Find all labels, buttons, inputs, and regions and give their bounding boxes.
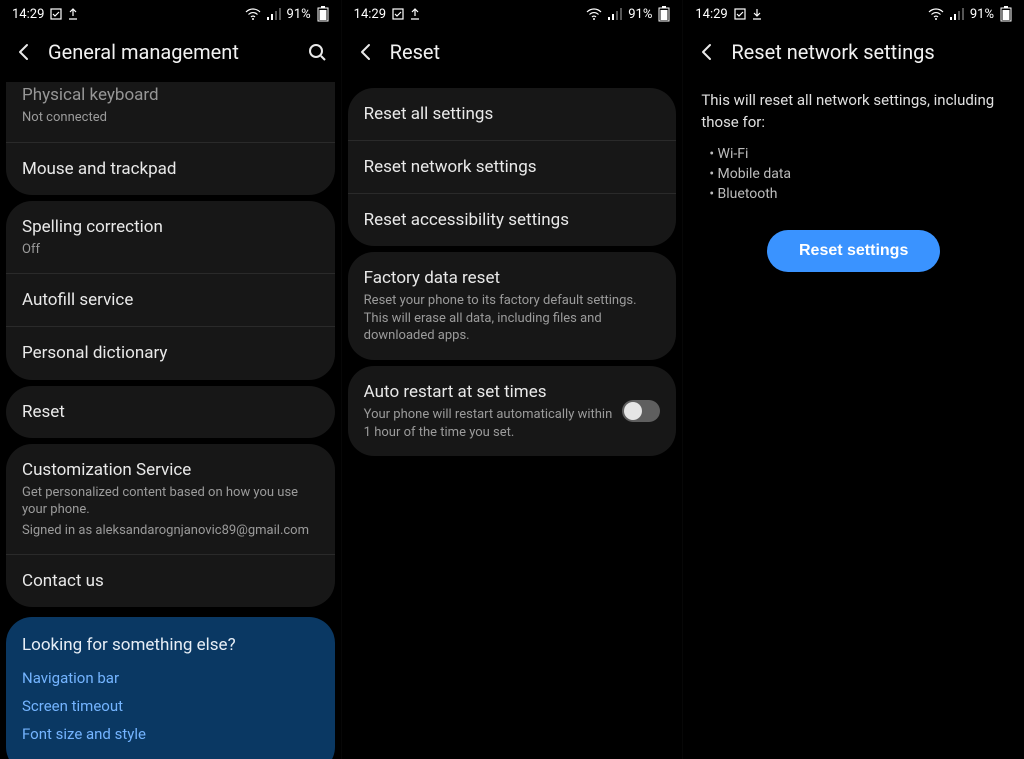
row-reset-accessibility-settings[interactable]: Reset accessibility settings	[348, 193, 677, 246]
wifi-icon	[928, 8, 944, 20]
status-battery-pct: 91%	[970, 7, 994, 22]
battery-icon	[317, 6, 329, 22]
sub: Reset your phone to its factory default …	[364, 292, 661, 345]
page-title: Reset	[390, 40, 669, 64]
row-mouse-trackpad[interactable]: Mouse and trackpad	[6, 142, 335, 195]
bullet-mobile-data: Mobile data	[709, 164, 1006, 184]
screen-general-management: 14:29 91% General management Physical ke…	[0, 0, 342, 759]
label: Contact us	[22, 570, 319, 592]
sub: Off	[22, 241, 319, 259]
status-time: 14:29	[354, 7, 386, 22]
label: Personal dictionary	[22, 342, 319, 364]
label: Reset all settings	[364, 103, 661, 125]
signed-in-as: Signed in as aleksandarognjanovic89@gmai…	[22, 522, 319, 540]
battery-icon	[1000, 6, 1012, 22]
card-auto-restart: Auto restart at set times Your phone wil…	[348, 366, 677, 456]
status-time: 14:29	[12, 7, 44, 22]
card-reset: Reset	[6, 386, 335, 438]
upload-icon	[410, 8, 420, 20]
header: General management	[0, 28, 341, 76]
row-contact-us[interactable]: Contact us	[6, 554, 335, 607]
link-font-size-style[interactable]: Font size and style	[22, 725, 319, 743]
search-icon[interactable]	[307, 42, 327, 62]
label: Customization Service	[22, 459, 319, 481]
reset-network-body: This will reset all network settings, in…	[683, 76, 1024, 286]
card-input-devices: Physical keyboard Not connected Mouse an…	[6, 82, 335, 195]
status-bar: 14:29 91%	[342, 0, 683, 28]
card-reset-options: Reset all settings Reset network setting…	[348, 88, 677, 246]
bullet-wifi: Wi-Fi	[709, 144, 1006, 164]
row-spelling-correction[interactable]: Spelling correction Off	[6, 201, 335, 274]
sub: Get personalized content based on how yo…	[22, 484, 319, 519]
auto-restart-toggle[interactable]	[622, 400, 660, 422]
signal-icon	[608, 8, 622, 20]
label: Factory data reset	[364, 267, 661, 289]
reset-description: This will reset all network settings, in…	[701, 90, 1006, 134]
page-title: Reset network settings	[731, 40, 1010, 64]
label: Reset accessibility settings	[364, 209, 661, 231]
row-auto-restart[interactable]: Auto restart at set times Your phone wil…	[348, 366, 677, 456]
label: Reset network settings	[364, 156, 661, 178]
label: Auto restart at set times	[364, 381, 613, 403]
label: Mouse and trackpad	[22, 158, 319, 180]
header: Reset network settings	[683, 28, 1024, 76]
status-time: 14:29	[695, 7, 727, 22]
row-personal-dictionary[interactable]: Personal dictionary	[6, 326, 335, 379]
back-icon[interactable]	[697, 42, 717, 62]
signal-icon	[267, 8, 281, 20]
signal-icon	[950, 8, 964, 20]
page-title: General management	[48, 40, 293, 64]
row-factory-data-reset[interactable]: Factory data reset Reset your phone to i…	[348, 252, 677, 360]
wifi-icon	[245, 8, 261, 20]
link-navigation-bar[interactable]: Navigation bar	[22, 669, 319, 687]
download-icon	[752, 8, 762, 20]
status-bar: 14:29 91%	[0, 0, 341, 28]
status-bar: 14:29 91%	[683, 0, 1024, 28]
label: Spelling correction	[22, 216, 319, 238]
reset-settings-button[interactable]: Reset settings	[767, 230, 940, 272]
card-customization: Customization Service Get personalized c…	[6, 444, 335, 608]
wifi-icon	[586, 8, 602, 20]
card-factory-reset: Factory data reset Reset your phone to i…	[348, 252, 677, 360]
row-reset[interactable]: Reset	[6, 386, 335, 438]
screen-reset: 14:29 91% Reset Reset all settings Re	[342, 0, 684, 759]
status-battery-pct: 91%	[287, 7, 311, 22]
screenshot-icon	[734, 8, 746, 20]
label: Physical keyboard	[22, 84, 319, 106]
row-physical-keyboard[interactable]: Physical keyboard Not connected	[6, 82, 335, 142]
card-looking-for: Looking for something else? Navigation b…	[6, 617, 335, 759]
screenshot-icon	[392, 8, 404, 20]
screenshot-icon	[50, 8, 62, 20]
back-icon[interactable]	[14, 42, 34, 62]
card-text-services: Spelling correction Off Autofill service…	[6, 201, 335, 380]
status-battery-pct: 91%	[628, 7, 652, 22]
bullet-bluetooth: Bluetooth	[709, 184, 1006, 204]
label: Reset	[22, 401, 319, 423]
row-customization-service[interactable]: Customization Service Get personalized c…	[6, 444, 335, 555]
header: Reset	[342, 28, 683, 76]
screen-reset-network-settings: 14:29 91% Reset network settings This wi…	[683, 0, 1024, 759]
promo-heading: Looking for something else?	[22, 635, 319, 655]
row-reset-network-settings[interactable]: Reset network settings	[348, 140, 677, 193]
label: Autofill service	[22, 289, 319, 311]
link-screen-timeout[interactable]: Screen timeout	[22, 697, 319, 715]
sub: Not connected	[22, 109, 319, 127]
sub: Your phone will restart automatically wi…	[364, 406, 613, 441]
row-autofill-service[interactable]: Autofill service	[6, 273, 335, 326]
row-reset-all-settings[interactable]: Reset all settings	[348, 88, 677, 140]
battery-icon	[658, 6, 670, 22]
upload-icon	[68, 8, 78, 20]
back-icon[interactable]	[356, 42, 376, 62]
